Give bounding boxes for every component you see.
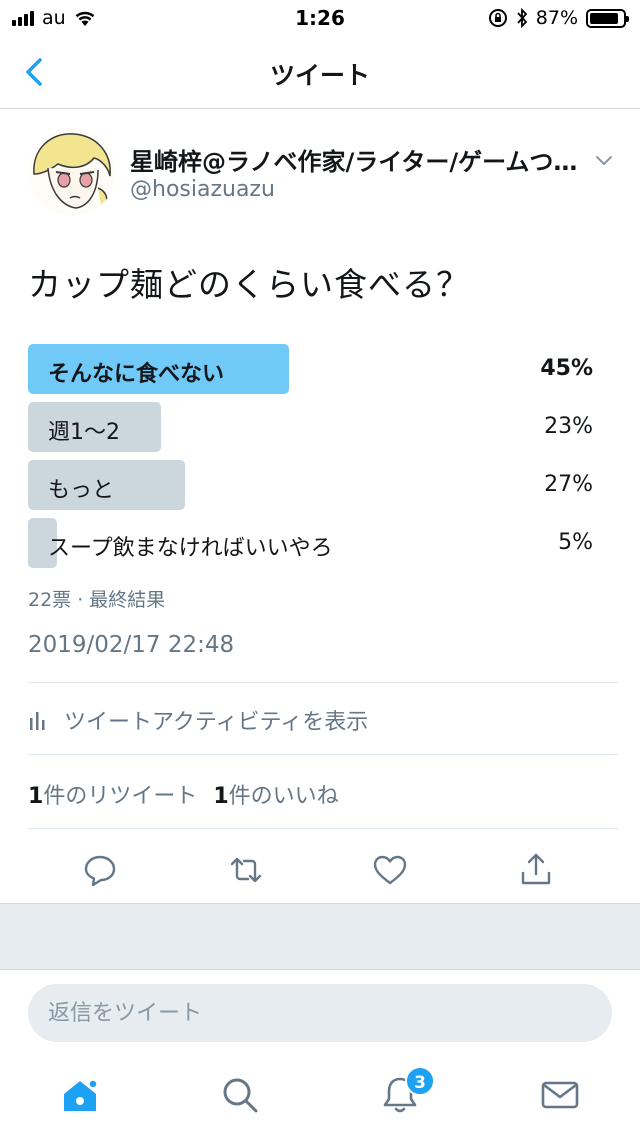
reply-bar [0, 969, 640, 1059]
status-bar: au 1:26 87% [0, 0, 640, 36]
like-count: 1 [213, 784, 229, 809]
poll-option-percent: 45% [540, 356, 593, 381]
tweet-timestamp: 2019/02/17 22:48 [28, 632, 235, 658]
messages-icon[interactable] [538, 1073, 582, 1117]
status-right: 87% [488, 6, 629, 30]
poll-option-percent: 27% [544, 472, 593, 497]
section-separator [0, 903, 640, 969]
retweet-icon[interactable] [226, 850, 266, 890]
tweet-actions [0, 838, 640, 902]
divider [28, 828, 618, 829]
poll-meta: 22票 · 最終結果 [28, 589, 166, 611]
tweet-stats: 1件のリツイート 1件のいいね [28, 778, 339, 810]
avatar[interactable] [28, 128, 116, 216]
poll-option-label: 週1〜2 [48, 420, 120, 445]
retweet-count-link[interactable]: 1件のリツイート [28, 778, 197, 810]
retweet-count-label: 件のリツイート [43, 784, 198, 809]
divider [28, 682, 618, 683]
reply-input[interactable] [28, 984, 612, 1042]
avatar-illustration [28, 128, 116, 216]
orientation-lock-icon [488, 9, 507, 27]
like-count-label: 件のいいね [228, 784, 339, 809]
battery-percent: 87% [535, 7, 578, 29]
poll-option: そんなに食べない 45% [28, 344, 593, 396]
home-icon[interactable] [58, 1073, 102, 1117]
reply-icon[interactable] [80, 850, 120, 890]
tweet-text: カップ麺どのくらい食べる？ [28, 265, 470, 304]
poll-option-percent: 5% [558, 530, 593, 555]
poll: そんなに食べない 45% 週1〜2 23% もっと 27% スープ飲まなければい… [28, 344, 593, 576]
tweet-activity-link[interactable]: ツイートアクティビティを表示 [28, 704, 368, 736]
retweet-count: 1 [28, 784, 44, 809]
author-handle[interactable]: @hosiazuazu [130, 177, 275, 202]
search-icon[interactable] [218, 1073, 262, 1117]
tab-bar [0, 1059, 640, 1138]
poll-option-percent: 23% [544, 414, 593, 439]
nav-header: ツイート [0, 36, 640, 109]
like-count-link[interactable]: 1件のいいね [213, 778, 338, 810]
share-icon[interactable] [516, 850, 556, 890]
notifications-badge: 3 [405, 1066, 435, 1096]
bluetooth-icon [517, 8, 528, 28]
poll-option: スープ飲まなければいいやろ 5% [28, 518, 593, 570]
battery-icon [586, 8, 629, 28]
tweet-activity-label: ツイートアクティビティを表示 [64, 710, 369, 735]
poll-option: 週1〜2 23% [28, 402, 593, 454]
author-name[interactable]: 星崎梓@ラノベ作家/ライター/ゲームつ… [130, 142, 580, 177]
page-title: ツイート [269, 61, 370, 90]
poll-option-label: スープ飲まなければいいやろ [48, 536, 333, 561]
analytics-icon [30, 712, 45, 730]
like-icon[interactable] [370, 850, 410, 890]
divider [28, 754, 618, 755]
poll-option: もっと 27% [28, 460, 593, 512]
poll-option-label: そんなに食べない [48, 362, 225, 387]
poll-option-label: もっと [48, 478, 115, 503]
chevron-down-icon[interactable] [592, 150, 616, 170]
